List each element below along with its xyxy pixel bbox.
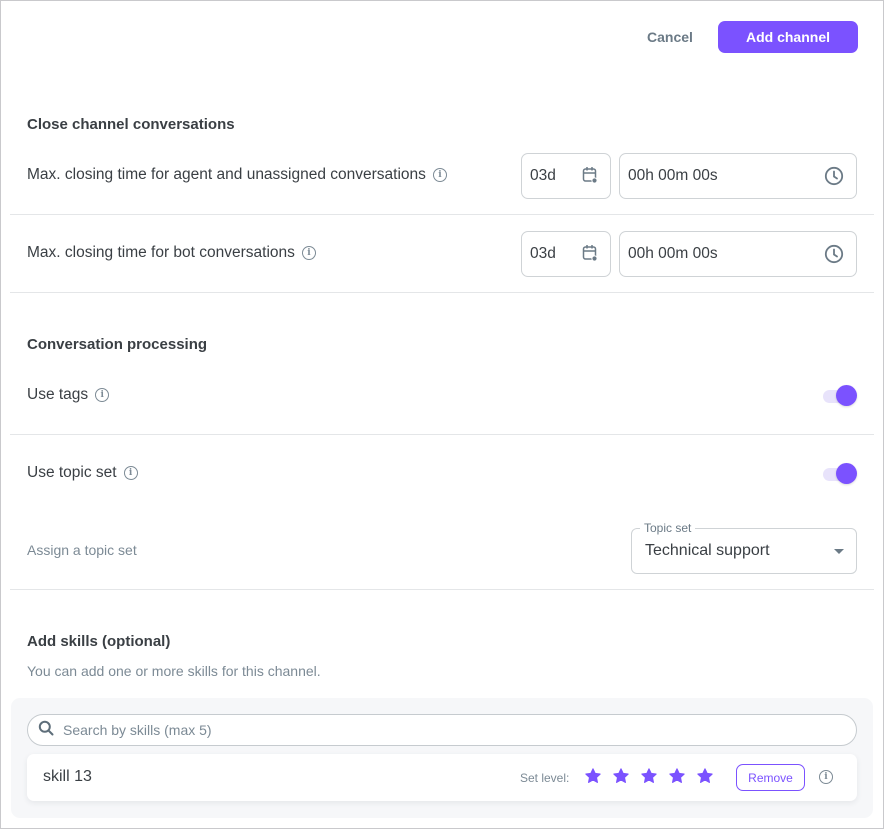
skills-search[interactable]	[27, 714, 857, 746]
skill-level-rating[interactable]	[584, 767, 714, 785]
use-tags-label: Use tags i	[27, 386, 110, 404]
use-tags-text: Use tags	[27, 386, 89, 403]
info-icon[interactable]: i	[95, 388, 110, 402]
clock-icon[interactable]	[824, 244, 844, 269]
clock-icon[interactable]	[824, 166, 844, 191]
agent-closing-time-text: Max. closing time for agent and unassign…	[27, 166, 426, 183]
info-icon[interactable]: i	[819, 770, 833, 784]
divider	[10, 589, 874, 590]
info-icon[interactable]: i	[123, 466, 138, 480]
star-icon[interactable]	[640, 767, 658, 785]
toggle-knob	[836, 463, 857, 484]
skills-subtitle: You can add one or more skills for this …	[27, 663, 321, 679]
topic-set-select[interactable]: Topic set Technical support	[631, 521, 857, 574]
caret-down-icon	[834, 549, 844, 554]
agent-closing-time-input[interactable]: 00h 00m 00s	[619, 153, 857, 199]
bot-closing-time-text: Max. closing time for bot conversations	[27, 244, 295, 261]
toggle-knob	[836, 385, 857, 406]
topic-set-value: Technical support	[645, 542, 770, 559]
divider	[10, 292, 874, 293]
calendar-icon[interactable]	[582, 166, 598, 189]
agent-closing-days-value: 03d	[530, 167, 556, 184]
use-topic-set-label: Use topic set i	[27, 464, 138, 482]
set-level-label: Set level:	[520, 771, 570, 785]
star-icon[interactable]	[668, 767, 686, 785]
star-icon[interactable]	[696, 767, 714, 785]
bot-closing-time-value: 00h 00m 00s	[628, 245, 718, 262]
star-icon[interactable]	[612, 767, 630, 785]
search-icon	[38, 720, 54, 741]
section-title-conversation-processing: Conversation processing	[27, 336, 208, 353]
agent-closing-time-label: Max. closing time for agent and unassign…	[27, 166, 447, 184]
info-icon[interactable]: i	[432, 168, 447, 182]
info-icon[interactable]: i	[301, 246, 316, 260]
add-channel-button[interactable]: Add channel	[718, 21, 858, 53]
section-title-close-conversations: Close channel conversations	[27, 116, 235, 133]
bot-closing-days-value: 03d	[530, 245, 556, 262]
star-icon[interactable]	[584, 767, 602, 785]
divider	[10, 434, 874, 435]
cancel-button[interactable]: Cancel	[636, 21, 704, 52]
use-topic-set-text: Use topic set	[27, 464, 117, 481]
assign-topic-set-label: Assign a topic set	[27, 542, 137, 558]
divider	[10, 214, 874, 215]
topic-set-legend: Topic set	[640, 521, 696, 535]
skill-item: skill 13 Set level: Remove i	[27, 754, 857, 801]
agent-closing-days-input[interactable]: 03d	[521, 153, 611, 199]
use-tags-toggle[interactable]	[822, 385, 858, 407]
calendar-icon[interactable]	[582, 244, 598, 267]
remove-skill-button[interactable]: Remove	[736, 764, 805, 791]
bot-closing-days-input[interactable]: 03d	[521, 231, 611, 277]
bot-closing-time-label: Max. closing time for bot conversations …	[27, 244, 316, 262]
use-topic-set-toggle[interactable]	[822, 463, 858, 485]
section-title-add-skills: Add skills (optional)	[27, 633, 171, 650]
agent-closing-time-value: 00h 00m 00s	[628, 167, 718, 184]
bot-closing-time-input[interactable]: 00h 00m 00s	[619, 231, 857, 277]
skill-name: skill 13	[43, 768, 92, 785]
skills-search-input[interactable]	[61, 721, 821, 739]
